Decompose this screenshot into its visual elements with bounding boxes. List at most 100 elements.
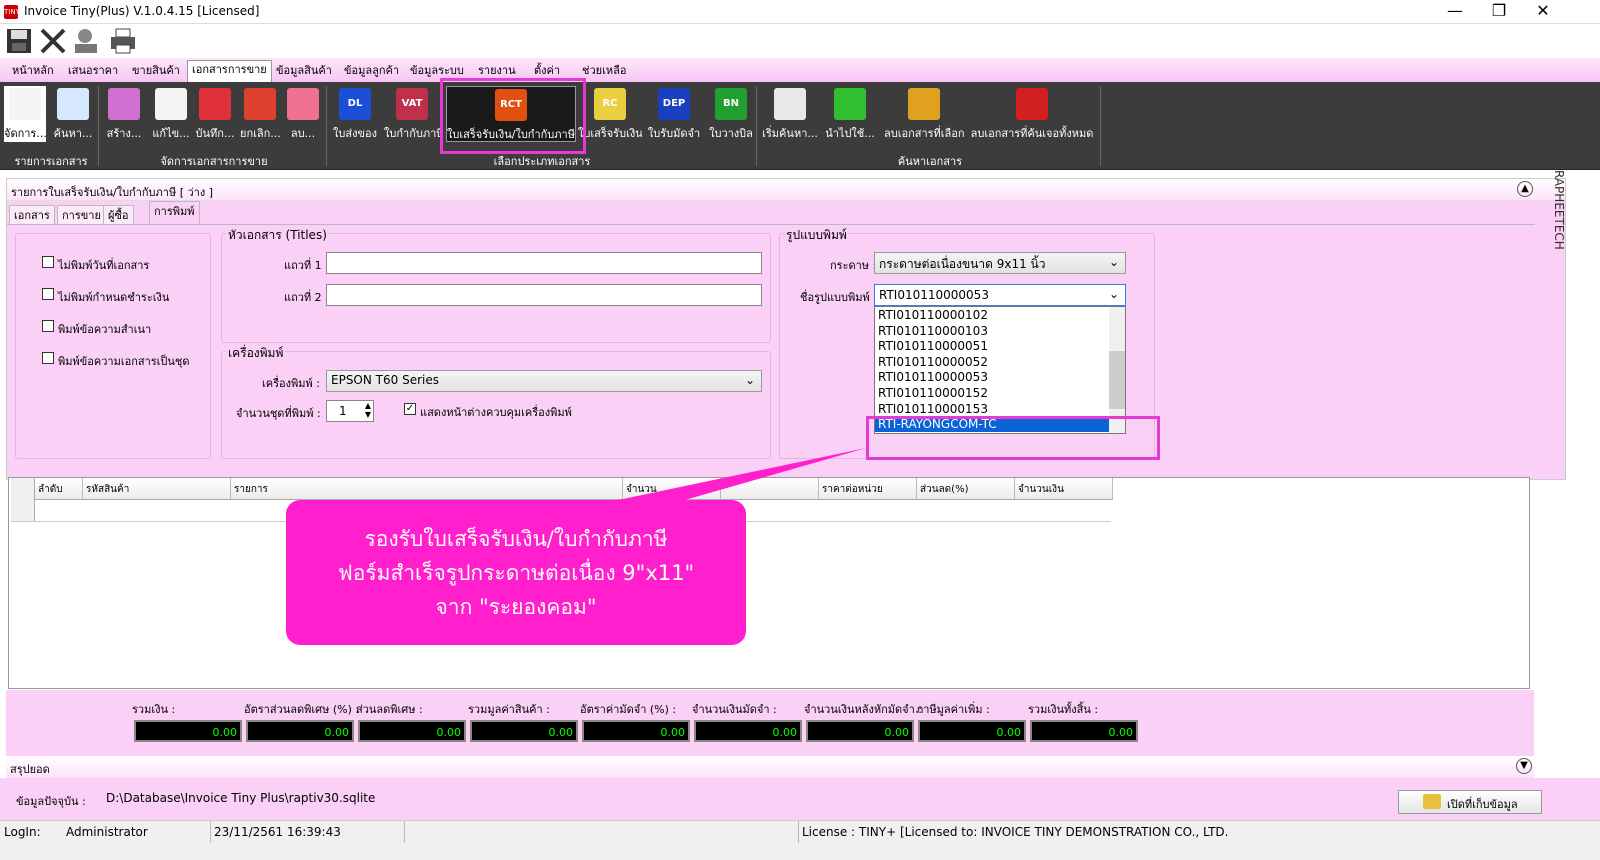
close-icon[interactable]: ✕ — [1520, 0, 1566, 24]
dropdown-scrollbar[interactable] — [1109, 307, 1125, 433]
title-line1-label: แถวที่ 1 — [284, 259, 322, 272]
ribbon-button-magnifier[interactable]: ค้นหา... — [52, 86, 94, 142]
checkbox-show-dialog[interactable]: ✓ — [404, 403, 416, 415]
printer-select[interactable]: EPSON T60 Series ⌄ — [326, 370, 762, 392]
form-option[interactable]: RTI010110000103 — [875, 323, 1109, 339]
tab-buyer[interactable]: ผู้ซื้อ — [103, 205, 134, 225]
form-label: ชื่อรูปแบบพิมพ์ : — [800, 291, 877, 304]
cancel-icon — [244, 88, 276, 120]
status-divider — [404, 821, 405, 843]
form-option[interactable]: RTI010110000102 — [875, 307, 1109, 323]
tab-quotation[interactable]: เสนอราคา — [64, 62, 122, 80]
ribbon-button-label: ลบเอกสารที่เลือก — [884, 127, 964, 140]
ribbon-separator — [98, 86, 99, 166]
total-label: ส่วนลดพิเศษ : — [356, 703, 423, 716]
ribbon-button-document[interactable]: จัดการ... — [4, 86, 46, 142]
ribbon-button-delete[interactable]: ลบ... — [284, 86, 322, 142]
tab-sale[interactable]: การขาย — [57, 205, 106, 225]
paper-select[interactable]: กระดาษต่อเนื่องขนาด 9x11 นิ้ว ⌄ — [874, 252, 1126, 274]
collapse-icon[interactable]: ▲ — [1517, 181, 1533, 197]
checkbox-no-date[interactable] — [42, 256, 54, 268]
ribbon-button-rc[interactable]: RC ใบเสร็จรับเงิน — [578, 86, 642, 142]
total-label: อัตราส่วนลดพิเศษ (%) : — [244, 703, 360, 716]
ribbon-button-label: ค้นหา... — [53, 127, 93, 140]
restore-icon[interactable]: ❐ — [1476, 0, 1522, 24]
title-bar: TINY Invoice Tiny(Plus) V.1.0.4.15 [Lice… — [0, 0, 1600, 24]
tab-products[interactable]: ข้อมูลสินค้า — [272, 62, 336, 80]
checkbox-no-due[interactable] — [42, 288, 54, 300]
title-line2-input[interactable] — [326, 284, 762, 306]
ribbon-button-trash-one[interactable]: ลบเอกสารที่เลือก — [884, 86, 964, 142]
printer-legend: เครื่องพิมพ์ — [226, 344, 286, 363]
ribbon-button-bn[interactable]: BN ใบวางบิล — [706, 86, 756, 142]
chevron-down-icon: ⌄ — [744, 373, 755, 387]
status-bar: LogIn: Administrator 23/11/2561 16:39:43… — [0, 820, 1600, 860]
title-line1-input[interactable] — [326, 252, 762, 274]
form-option[interactable]: RTI010110000052 — [875, 354, 1109, 370]
column-header[interactable]: รายการ — [231, 478, 623, 500]
title-line2-label: แถวที่ 2 — [284, 291, 322, 304]
total-label: ภาษีมูลค่าเพิ่ม : — [916, 703, 990, 716]
copies-stepper[interactable]: 1 ▲ ▼ — [326, 400, 374, 422]
form-option[interactable]: RTI010110000152 — [875, 385, 1109, 401]
tab-customers[interactable]: ข้อมูลลูกค้า — [340, 62, 403, 80]
minimize-icon[interactable]: — — [1432, 0, 1478, 24]
titles-legend: หัวเอกสาร (Titles) — [226, 226, 329, 245]
tab-home[interactable]: หน้าหลัก — [8, 62, 58, 80]
ribbon-button-check[interactable]: นำไปใช้... — [822, 86, 878, 142]
ribbon-button-dl[interactable]: DL ใบส่งของ — [332, 86, 378, 142]
form-option[interactable]: RTI010110000053 — [875, 369, 1109, 385]
column-header[interactable]: รหัสสินค้า — [83, 478, 231, 500]
dl-icon: DL — [339, 88, 371, 120]
total-value: 0.00 — [134, 720, 242, 742]
tab-sales[interactable]: ขายสินค้า — [128, 62, 184, 80]
total-value: 0.00 — [470, 720, 578, 742]
ribbon-button-trash-all[interactable]: ลบเอกสารที่ค้นเจอทั้งหมด — [970, 86, 1094, 142]
column-header[interactable]: ลำดับ — [35, 478, 83, 500]
status-datetime: 23/11/2561 16:39:43 — [214, 825, 341, 839]
ribbon-button-save[interactable]: บันทึก... — [194, 86, 236, 142]
status-divider — [798, 821, 799, 843]
scrollbar-thumb[interactable] — [1109, 351, 1125, 409]
ribbon-button-cancel[interactable]: ยกเลิก... — [240, 86, 280, 142]
ribbon-button-label: เริ่มค้นหา... — [762, 127, 818, 140]
ribbon-button-edit-doc[interactable]: แก้ไข... — [150, 86, 192, 142]
column-header[interactable]: จำนวนเงิน — [1015, 478, 1113, 500]
stepper-arrows-icon[interactable]: ▲ ▼ — [365, 401, 371, 419]
ribbon-button-vat[interactable]: VAT ใบกำกับภาษี — [384, 86, 440, 142]
callout-line2: ฟอร์มสำเร็จรูปกระดาษต่อเนื่อง 9"x11" — [337, 561, 695, 585]
checkbox-set-text[interactable] — [42, 352, 54, 364]
option-highlight-box — [866, 416, 1160, 460]
tab-document[interactable]: เอกสาร — [9, 205, 55, 225]
main-tabs: หน้าหลัก เสนอราคา ขายสินค้า เอกสารการขาย… — [0, 58, 1600, 82]
tab-sales-documents[interactable]: เอกสารการขาย — [187, 60, 272, 82]
open-folder-button[interactable]: เปิดที่เก็บข้อมูล — [1398, 790, 1542, 814]
save-icon — [199, 88, 231, 120]
ribbon-button-label: ลบ... — [290, 127, 316, 140]
ribbon-button-dep[interactable]: DEP ใบรับมัดจำ — [646, 86, 702, 142]
tools-icon[interactable] — [38, 26, 68, 56]
paper-value: กระดาษต่อเนื่องขนาด 9x11 นิ้ว — [879, 257, 1046, 271]
checkbox-copy-text[interactable] — [42, 320, 54, 332]
form-option[interactable]: RTI010110000153 — [875, 401, 1109, 417]
document-icon — [9, 88, 41, 120]
total-value: 0.00 — [246, 720, 354, 742]
save-icon[interactable] — [4, 26, 34, 56]
form-option[interactable]: RTI010110000051 — [875, 338, 1109, 354]
print-icon[interactable] — [108, 26, 138, 56]
total-label: รวมมูลค่าสินค้า : — [468, 703, 550, 716]
form-select[interactable]: RTI010110000053 ⌄ — [874, 284, 1126, 306]
window-title: Invoice Tiny(Plus) V.1.0.4.15 [Licensed] — [24, 4, 260, 18]
login-user: Administrator — [66, 825, 148, 839]
totals-bar: รวมเงิน :0.00 อัตราส่วนลดพิเศษ (%) :0.00 ส… — [6, 690, 1534, 756]
ribbon-button-new-doc[interactable]: สร้าง... — [104, 86, 144, 142]
ribbon-button-search-doc[interactable]: เริ่มค้นหา... — [762, 86, 818, 142]
copies-value: 1 — [339, 404, 347, 418]
tab-print[interactable]: การพิมพ์ — [149, 201, 200, 225]
column-header[interactable]: ส่วนลด(%) — [917, 478, 1015, 500]
trash-one-icon — [908, 88, 940, 120]
form-value: RTI010110000053 — [879, 288, 989, 302]
user-icon[interactable] — [72, 26, 102, 56]
expand-icon[interactable]: ▼ — [1516, 758, 1532, 774]
ribbon-button-label: ใบส่งของ — [333, 127, 377, 140]
